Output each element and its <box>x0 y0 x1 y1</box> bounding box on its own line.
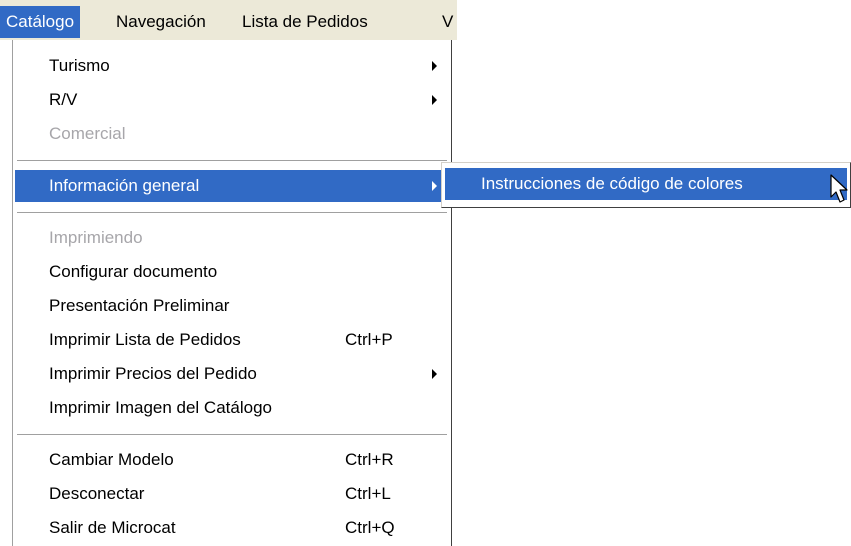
menu-item-turismo[interactable]: Turismo <box>15 50 449 82</box>
submenu-arrow-icon <box>432 95 437 105</box>
menu-item-label: Configurar documento <box>49 262 218 281</box>
menu-item-instrucciones-codigo-de-colores[interactable]: Instrucciones de código de colores <box>445 168 847 200</box>
menu-item-label: R/V <box>49 90 78 109</box>
menu-item-salir-de-microcat[interactable]: Salir de Microcat Ctrl+Q <box>15 512 449 544</box>
menu-item-shortcut: Ctrl+L <box>345 484 391 503</box>
menu-item-label: Cambiar Modelo <box>49 450 174 469</box>
menu-item-cambiar-modelo[interactable]: Cambiar Modelo Ctrl+R <box>15 444 449 476</box>
menu-separator <box>17 160 447 162</box>
menu-item-label: Imprimir Imagen del Catálogo <box>49 398 272 417</box>
menu-item-shortcut: Ctrl+Q <box>345 518 395 537</box>
menu-item-imprimiendo: Imprimiendo <box>15 222 449 254</box>
menu-separator <box>17 212 447 214</box>
menubar-item-v[interactable]: V <box>436 6 453 38</box>
menu-item-label: Información general <box>49 176 200 195</box>
menubar-item-catalogo[interactable]: Catálogo <box>0 6 81 38</box>
menu-item-label: Instrucciones de código de colores <box>481 174 743 193</box>
menu-item-shortcut: Ctrl+R <box>345 450 394 469</box>
submenu-arrow-icon <box>432 61 437 71</box>
menu-item-label: Imprimir Precios del Pedido <box>49 364 257 383</box>
menu-item-label: Turismo <box>49 56 110 75</box>
menu-item-label: Imprimir Lista de Pedidos <box>49 330 241 349</box>
menu-item-imprimir-imagen-del-catalogo[interactable]: Imprimir Imagen del Catálogo <box>15 392 449 424</box>
menu-item-label: Desconectar <box>49 484 145 503</box>
informacion-general-submenu: Instrucciones de código de colores <box>441 162 851 208</box>
mouse-pointer-icon <box>830 174 848 203</box>
menu-bar: Catálogo Navegación Lista de Pedidos V <box>0 0 457 40</box>
menu-item-label: Salir de Microcat <box>49 518 176 537</box>
menu-item-rv[interactable]: R/V <box>15 84 449 116</box>
menu-item-label: Presentación Preliminar <box>49 296 230 315</box>
menu-item-desconectar[interactable]: Desconectar Ctrl+L <box>15 478 449 510</box>
menu-item-configurar-documento[interactable]: Configurar documento <box>15 256 449 288</box>
submenu-arrow-icon <box>432 369 437 379</box>
menubar-item-navegacion[interactable]: Navegación <box>110 6 212 38</box>
menu-item-imprimir-precios-del-pedido[interactable]: Imprimir Precios del Pedido <box>15 358 449 390</box>
menu-item-label: Comercial <box>49 124 126 143</box>
menu-item-presentacion-preliminar[interactable]: Presentación Preliminar <box>15 290 449 322</box>
menu-separator <box>17 434 447 436</box>
submenu-arrow-icon <box>432 181 437 191</box>
menu-item-comercial: Comercial <box>15 118 449 150</box>
catalogo-dropdown-menu: Turismo R/V Comercial Información genera… <box>12 40 452 546</box>
menu-item-label: Imprimiendo <box>49 228 143 247</box>
menubar-item-lista-de-pedidos[interactable]: Lista de Pedidos <box>236 6 374 38</box>
menu-item-shortcut: Ctrl+P <box>345 330 393 349</box>
menu-item-informacion-general[interactable]: Información general <box>15 170 449 202</box>
menu-item-imprimir-lista-de-pedidos[interactable]: Imprimir Lista de Pedidos Ctrl+P <box>15 324 449 356</box>
